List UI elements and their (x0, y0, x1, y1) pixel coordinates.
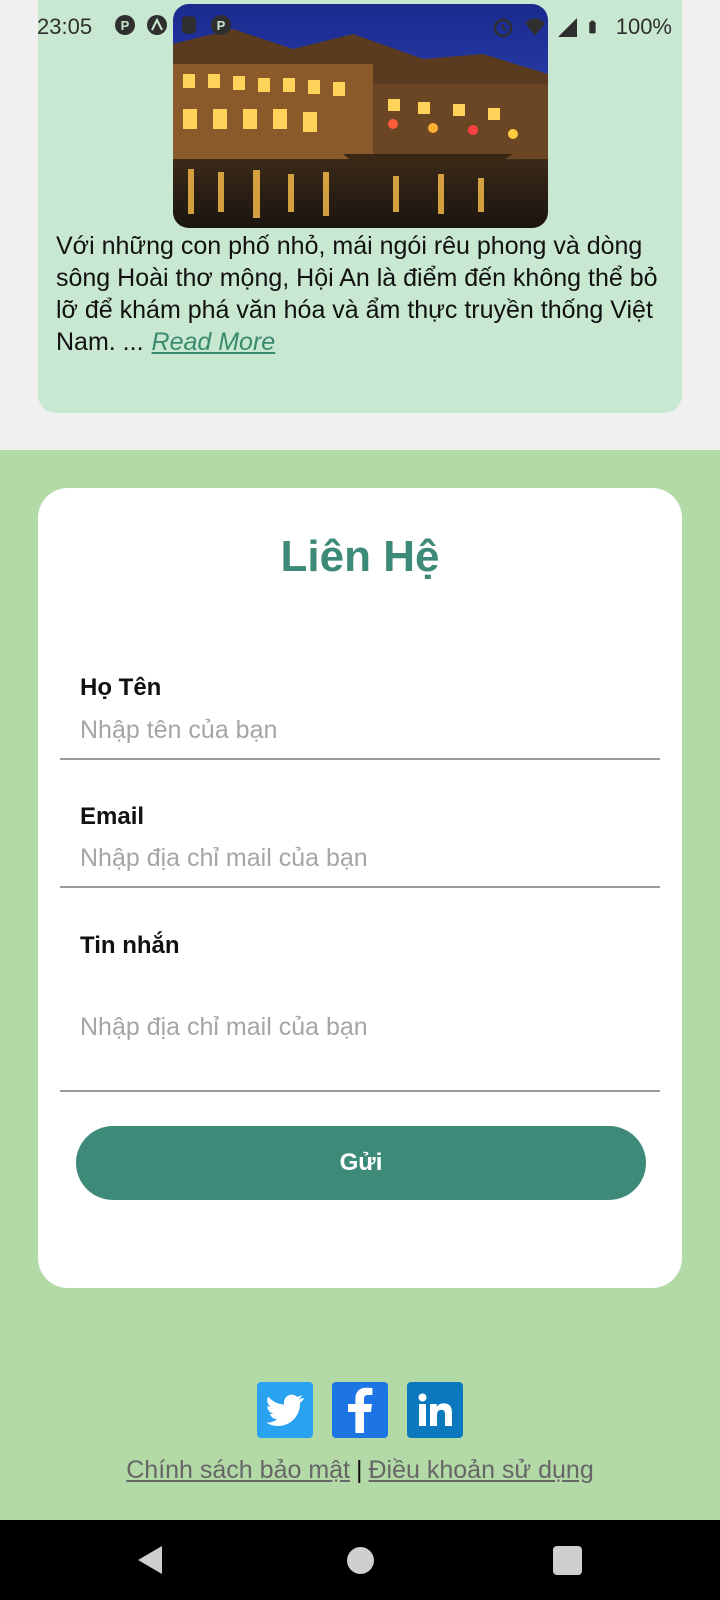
page: 23:05 P P 100% Với những con phố nhỏ, má… (0, 0, 720, 1600)
battery-icon (588, 20, 596, 34)
article-area: Với những con phố nhỏ, mái ngói rêu phon… (0, 0, 720, 450)
home-icon[interactable] (347, 1547, 374, 1574)
message-label: Tin nhắn (80, 932, 180, 959)
read-more-link[interactable]: Read More (152, 328, 276, 356)
twitter-icon[interactable] (257, 1382, 313, 1438)
back-icon[interactable] (136, 1544, 164, 1576)
contact-title: Liên Hệ (280, 532, 440, 581)
wifi-icon (524, 18, 545, 36)
pinterest-icon: P (211, 15, 231, 35)
status-bar: 23:05 P P 100% (0, 0, 720, 54)
pinterest-icon: P (115, 15, 135, 35)
notification-icons: P P (114, 14, 232, 36)
message-input[interactable] (60, 964, 660, 1092)
terms-of-use-link[interactable]: Điều khoản sử dụng (369, 1456, 594, 1484)
linkedin-icon[interactable] (407, 1382, 463, 1438)
alarm-icon (493, 18, 512, 38)
article-summary: Với những con phố nhỏ, mái ngói rêu phon… (56, 230, 660, 358)
article-card: Với những con phố nhỏ, mái ngói rêu phon… (38, 0, 682, 413)
send-button[interactable]: Gửi (76, 1126, 646, 1200)
battery-percent: 100% (615, 14, 672, 39)
email-input[interactable] (60, 830, 660, 888)
navigation-bar (0, 1520, 720, 1600)
status-time: 23:05 (37, 14, 93, 39)
privacy-policy-link[interactable]: Chính sách bảo mật (126, 1456, 350, 1484)
signal-icon (557, 18, 577, 37)
footer-separator: | (356, 1456, 363, 1484)
contact-section: Liên Hệ Họ Tên Email Tin nhắn Gửi Chính … (0, 450, 720, 1520)
facebook-icon[interactable] (332, 1382, 388, 1438)
name-input[interactable] (60, 702, 660, 760)
footer-links: Chính sách bảo mật | Điều khoản sử dụng (0, 1456, 720, 1485)
system-icons: 100% (492, 14, 672, 40)
database-icon (182, 16, 196, 34)
recent-apps-icon[interactable] (553, 1546, 582, 1575)
social-links (0, 1382, 720, 1438)
email-label: Email (80, 803, 145, 830)
name-label: Họ Tên (80, 674, 162, 701)
apex-icon (147, 15, 167, 35)
contact-card: Liên Hệ Họ Tên Email Tin nhắn Gửi (38, 488, 682, 1288)
svg-text:P: P (121, 18, 130, 33)
svg-text:P: P (217, 18, 226, 33)
article-text: Với những con phố nhỏ, mái ngói rêu phon… (56, 232, 658, 356)
